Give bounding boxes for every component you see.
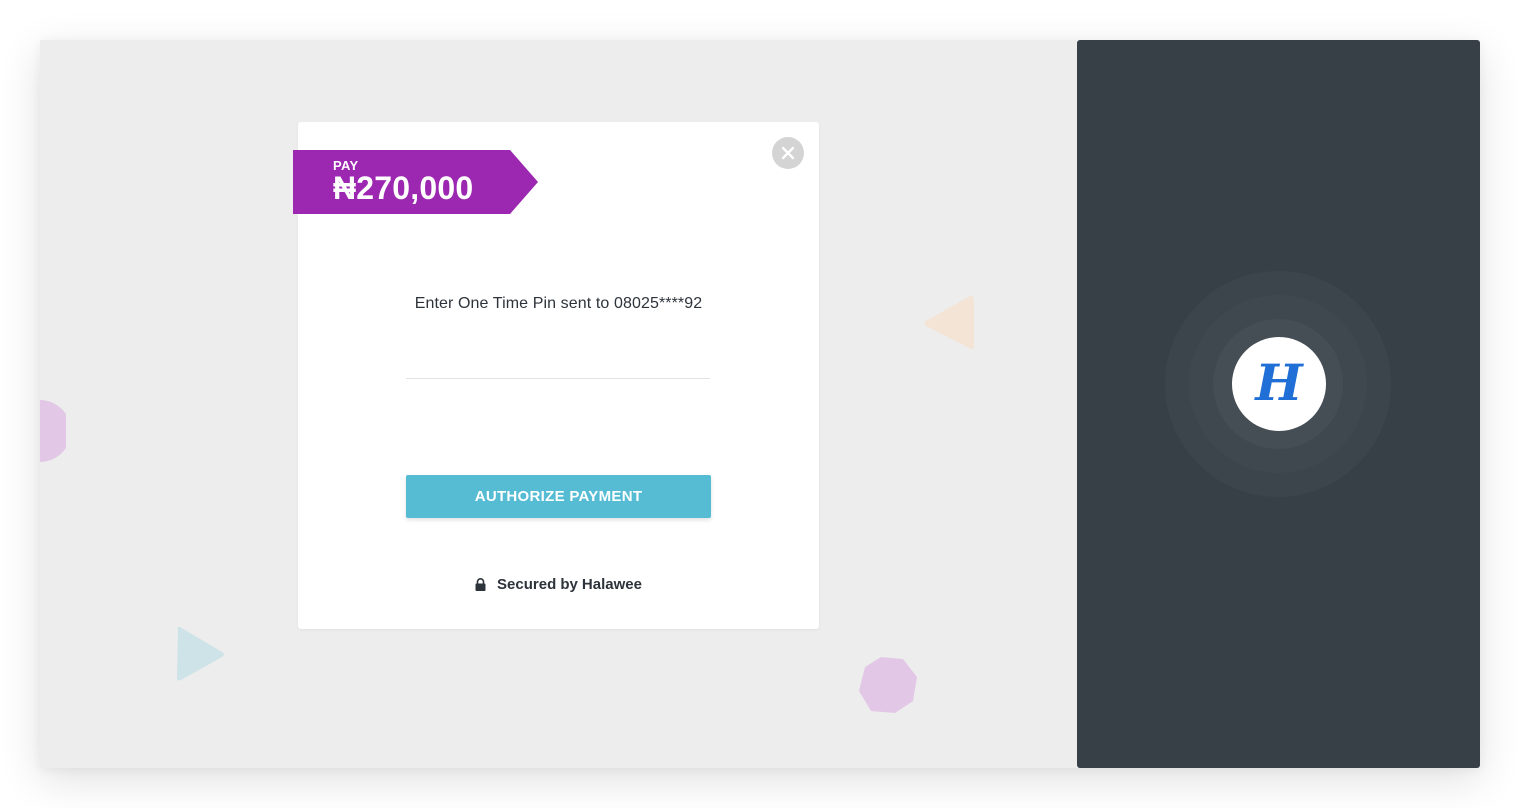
secured-prefix: Secured by [497, 576, 578, 593]
amount-tag: PAY ₦270,000 [293, 150, 538, 214]
logo-letter: H [1255, 353, 1303, 412]
decor-triangle-orange [924, 295, 974, 350]
close-button[interactable] [772, 137, 804, 169]
pay-amount: ₦270,000 [333, 170, 474, 206]
otp-input[interactable] [406, 347, 710, 379]
close-icon [781, 146, 795, 160]
secured-by-footer: Secured by Halawee [298, 576, 819, 593]
lock-icon [475, 578, 486, 591]
merchant-logo: H [1232, 337, 1326, 431]
payment-modal: PAY ₦270,000 Enter One Time Pin sent to … [293, 122, 819, 629]
decor-circle-left [40, 400, 66, 462]
decor-hexagon-purple [859, 657, 917, 713]
authorize-payment-button[interactable]: AUTHORIZE PAYMENT [406, 475, 711, 518]
brand-panel: H [1077, 40, 1480, 768]
otp-instruction: Enter One Time Pin sent to 08025****92 [414, 295, 703, 312]
decor-triangle-teal [176, 626, 224, 681]
secured-brand: Halawee [581, 576, 642, 593]
checkout-window: PAY ₦270,000 Enter One Time Pin sent to … [40, 40, 1480, 768]
